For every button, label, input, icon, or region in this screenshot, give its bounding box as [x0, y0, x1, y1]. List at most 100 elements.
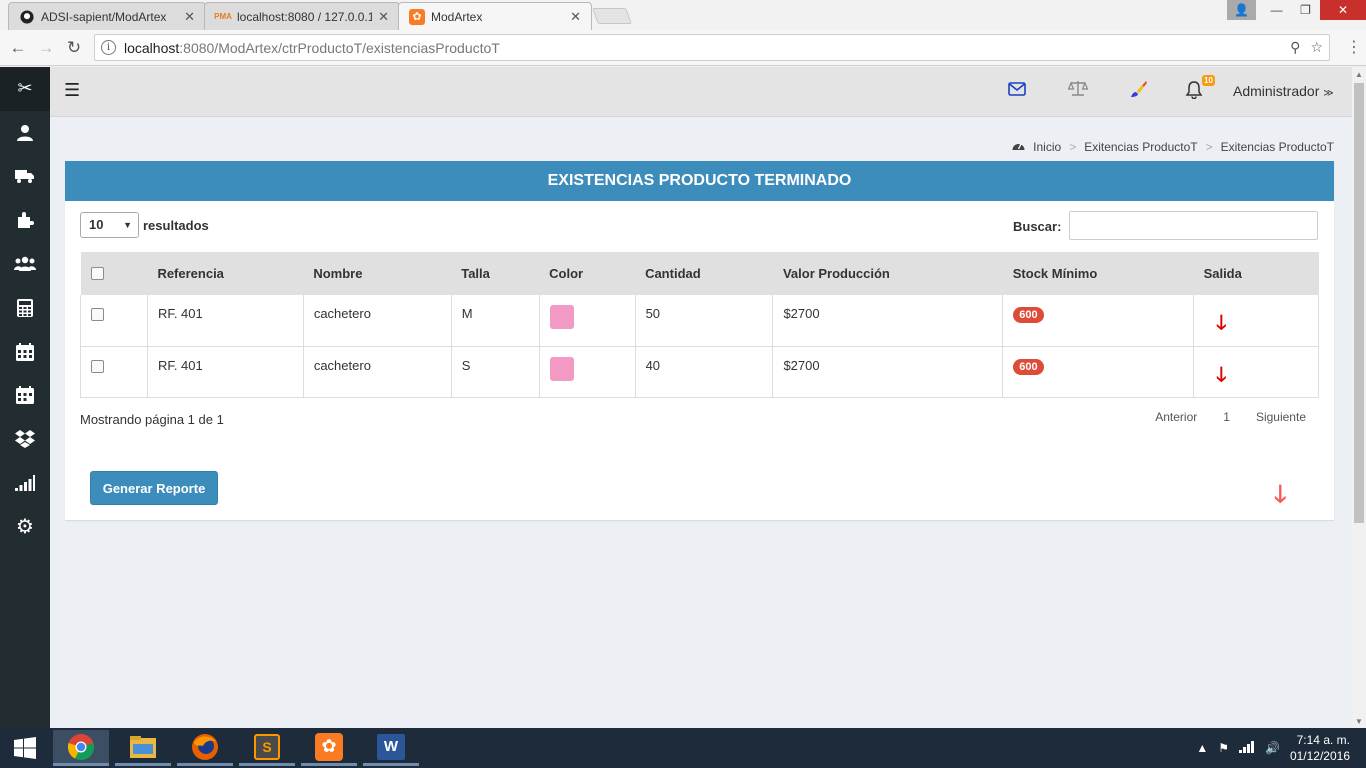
calendar-check-icon — [16, 386, 34, 405]
sidebar: ✂ ⚙ — [0, 67, 50, 728]
new-tab-button[interactable] — [592, 8, 632, 24]
hamburger-menu-icon[interactable]: ☰ — [64, 80, 80, 101]
cell-talla: S — [450, 345, 540, 398]
reload-icon[interactable]: ↻ — [60, 34, 88, 62]
taskbar-xampp[interactable]: ✿ — [301, 730, 357, 766]
pagination-next[interactable]: Siguiente — [1256, 410, 1306, 424]
network-icon[interactable] — [1238, 740, 1255, 756]
address-bar[interactable]: i localhost:8080/ModArtex/ctrProductoT/e… — [94, 34, 1330, 61]
column-header[interactable]: Stock Mínimo — [1002, 252, 1194, 295]
firefox-icon — [192, 733, 218, 760]
column-header[interactable]: Valor Producción — [772, 252, 1003, 295]
scroll-thumb[interactable] — [1354, 83, 1364, 523]
taskbar-file-explorer[interactable] — [115, 730, 171, 766]
balance-scale-icon[interactable] — [1067, 80, 1089, 101]
sidebar-item-calculator[interactable] — [0, 286, 50, 330]
taskbar-chrome[interactable] — [53, 730, 109, 766]
url-host: localhost — [124, 39, 180, 56]
stock-min-badge: 600 — [1013, 358, 1044, 375]
profile-icon[interactable]: 👤 — [1227, 0, 1256, 20]
taskbar-firefox[interactable] — [177, 730, 233, 766]
tab-modartex[interactable]: ✿ ModArtex ✕ — [398, 2, 592, 30]
truck-icon — [15, 170, 34, 184]
arrow-down-icon[interactable]: 🡓 — [1274, 477, 1286, 518]
window-close-icon[interactable]: ✕ — [1320, 0, 1366, 20]
scroll-down-icon[interactable]: ▼ — [1352, 714, 1366, 728]
sidebar-item-scissors[interactable]: ✂ — [0, 67, 50, 111]
generate-report-button[interactable]: Generar Reporte — [90, 471, 218, 505]
arrow-down-icon[interactable]: 🡓 — [1216, 360, 1226, 394]
search-input[interactable] — [1069, 211, 1318, 240]
breadcrumb-item-inicio[interactable]: Inicio — [1033, 140, 1061, 154]
results-length-select[interactable]: 10 ▼ — [80, 212, 139, 238]
sidebar-item-dropbox[interactable] — [0, 417, 50, 461]
sidebar-item-users[interactable] — [0, 242, 50, 286]
user-menu[interactable]: Administrador ≫ — [1233, 83, 1334, 99]
select-all-checkbox[interactable] — [90, 266, 104, 280]
tray-expand-icon[interactable]: ▲ — [1196, 741, 1208, 755]
row-checkbox[interactable] — [91, 308, 104, 321]
forward-icon[interactable]: → — [32, 34, 60, 62]
column-header[interactable]: Salida — [1193, 252, 1319, 295]
back-icon[interactable]: ← — [4, 34, 32, 62]
minimize-icon[interactable]: — — [1262, 0, 1291, 20]
volume-icon[interactable]: 🔊 — [1265, 741, 1280, 755]
sidebar-item-calendar-check[interactable] — [0, 374, 50, 418]
stock-min-badge: 600 — [1013, 307, 1044, 323]
users-icon — [14, 256, 36, 272]
sidebar-item-puzzle[interactable] — [0, 198, 50, 242]
breadcrumb-item[interactable]: Exitencias ProductoT — [1084, 140, 1197, 154]
sidebar-item-user[interactable] — [0, 111, 50, 155]
browser-toolbar: ← → ↻ i localhost:8080/ModArtex/ctrProdu… — [0, 30, 1366, 66]
sidebar-item-signal[interactable] — [0, 461, 50, 505]
row-checkbox[interactable] — [91, 359, 104, 373]
close-icon[interactable]: ✕ — [184, 9, 195, 25]
bell-icon[interactable] — [1185, 80, 1203, 104]
cell-color — [538, 295, 636, 347]
page-scrollbar[interactable]: ▲ ▼ — [1352, 67, 1366, 728]
tab-phpmyadmin[interactable]: PMA localhost:8080 / 127.0.0.1 ✕ — [204, 2, 400, 30]
cell-stock: 600 — [1002, 295, 1195, 347]
breadcrumb-separator: > — [1205, 140, 1213, 154]
pagination-info: Mostrando página 1 de 1 — [80, 412, 224, 427]
chrome-icon — [67, 733, 95, 760]
taskbar-word[interactable]: W — [363, 730, 419, 766]
pagination-page-1[interactable]: 1 — [1223, 410, 1230, 424]
close-icon[interactable]: ✕ — [570, 9, 581, 25]
chevron-down-icon: ≫ — [1323, 88, 1334, 99]
close-icon[interactable]: ✕ — [378, 9, 389, 25]
info-icon[interactable]: i — [101, 40, 116, 55]
flag-icon[interactable]: ⚑ — [1218, 741, 1229, 755]
column-header[interactable]: Cantidad — [635, 252, 773, 295]
color-swatch — [549, 356, 574, 381]
sidebar-item-truck[interactable] — [0, 155, 50, 199]
sidebar-item-calendar[interactable] — [0, 330, 50, 374]
paint-brush-icon[interactable] — [1130, 80, 1148, 103]
cell-valor: $2700 — [772, 295, 1004, 347]
breadcrumb-item-current: Exitencias ProductoT — [1220, 140, 1334, 154]
column-header[interactable]: Color — [539, 252, 636, 295]
cell-talla: M — [450, 295, 540, 347]
envelope-icon[interactable] — [1008, 80, 1026, 101]
results-length-label: resultados — [143, 218, 209, 233]
column-header[interactable]: Talla — [451, 252, 540, 295]
tab-title: ModArtex — [431, 9, 483, 24]
dropbox-icon — [15, 430, 35, 449]
arrow-down-icon[interactable]: 🡓 — [1216, 308, 1226, 342]
scroll-up-icon[interactable]: ▲ — [1352, 67, 1366, 81]
clock[interactable]: 7:14 a. m. 01/12/2016 — [1290, 732, 1350, 764]
user-icon — [17, 124, 33, 141]
tab-github[interactable]: ADSI-sapient/ModArtex ✕ — [8, 2, 206, 30]
windows-start-icon[interactable] — [0, 728, 50, 768]
bookmark-star-icon[interactable]: ☆ — [1310, 39, 1323, 56]
maximize-icon[interactable]: ❐ — [1291, 0, 1320, 20]
table-row: RF. 401 cachetero M 50 $2700 600 🡓 — [80, 295, 1319, 347]
pin-icon[interactable]: ⚲ — [1290, 39, 1300, 56]
sidebar-item-settings[interactable]: ⚙ — [0, 505, 50, 549]
browser-menu-icon[interactable]: ⋮ — [1346, 37, 1362, 57]
column-header[interactable]: Referencia — [147, 252, 304, 295]
taskbar-sublime-text[interactable]: S — [239, 730, 295, 766]
pagination-previous[interactable]: Anterior — [1155, 410, 1197, 424]
column-header[interactable]: Nombre — [303, 252, 452, 295]
cell-valor: $2700 — [772, 345, 1004, 398]
